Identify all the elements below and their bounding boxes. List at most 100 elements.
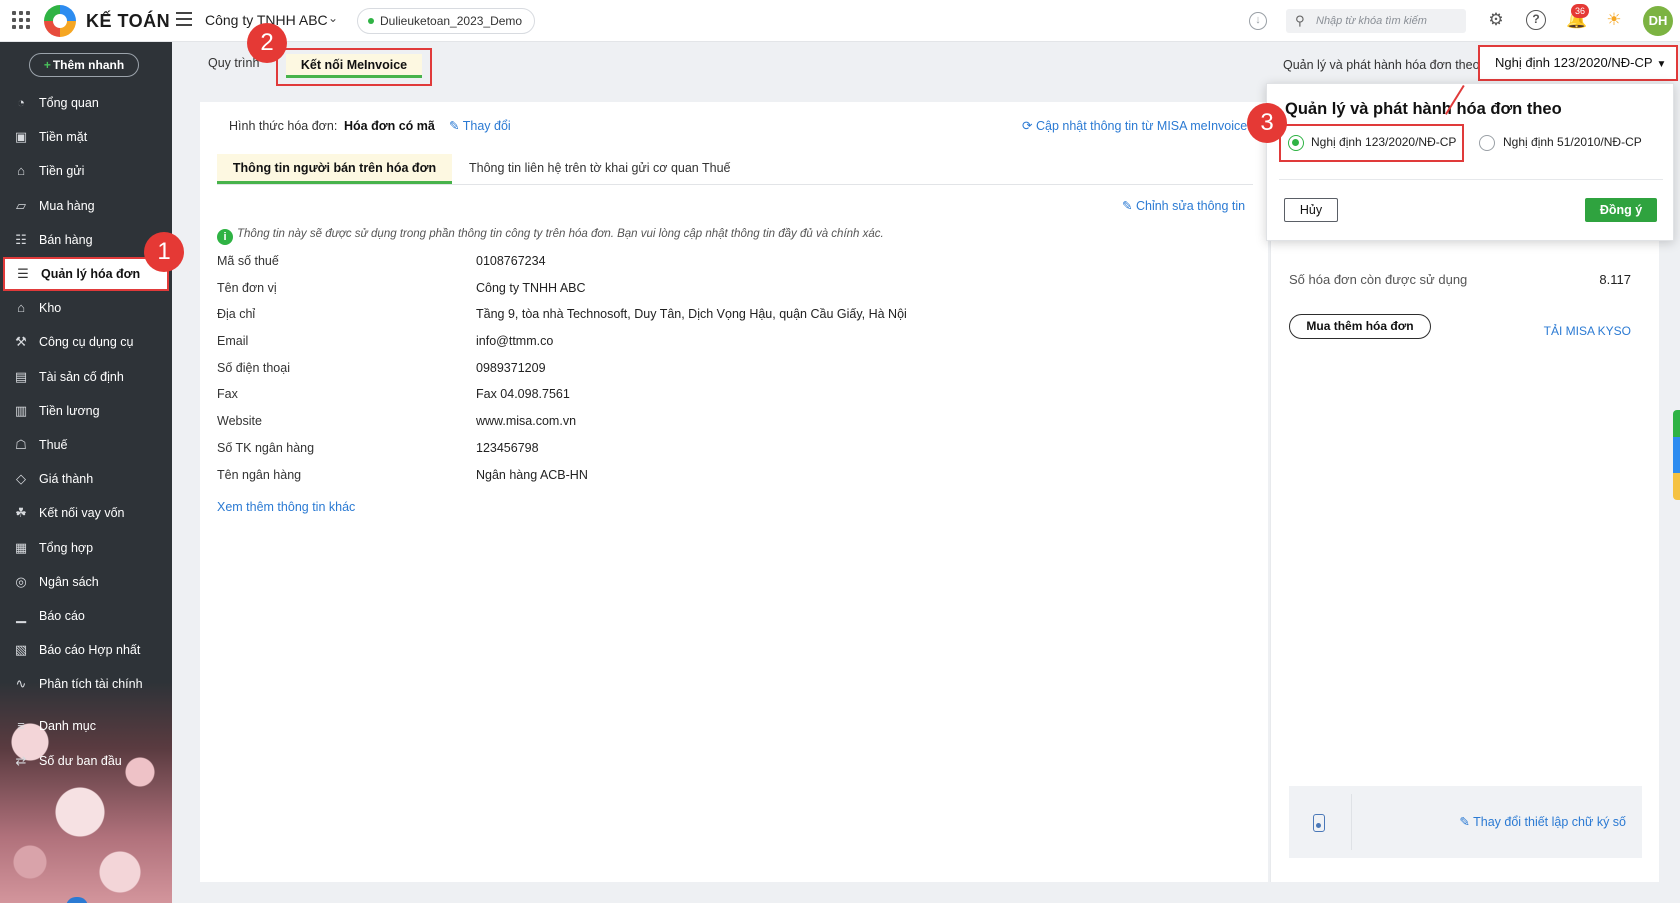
sidebar-item-label: Ngân sách: [39, 574, 99, 589]
buy-more-invoices-button[interactable]: Mua thêm hóa đơn: [1289, 314, 1431, 339]
decree-selection-popup: Quản lý và phát hành hóa đơn theo Nghị đ…: [1266, 83, 1674, 241]
summary-icon: ▦: [14, 539, 28, 555]
radio-option-decree-123[interactable]: Nghị định 123/2020/NĐ-CP: [1279, 124, 1464, 162]
sidebar-item[interactable]: ▱ Mua hàng: [0, 189, 172, 223]
tab-process[interactable]: Quy trình: [208, 56, 259, 70]
sidebar-item-label: Tài sản cố định: [39, 369, 124, 384]
step-marker-3: 3: [1247, 103, 1287, 143]
list-icon: ≡: [17, 718, 25, 734]
sidebar-item[interactable]: ☰ Quản lý hóa đơn: [3, 256, 169, 292]
sidebar-item[interactable]: ◔ Tổng quan: [0, 86, 172, 120]
sidebar-item-label: Báo cáo: [39, 608, 85, 623]
sidebar-item[interactable]: ▧ Báo cáo Hợp nhất: [0, 633, 172, 667]
analytics-icon: ∿: [15, 676, 27, 692]
sidebar-nav: ◔ Tổng quan ▣ Tiền mặt ⌂ Tiền gửi ▱ Mua hàng ☷ Bá…: [0, 86, 172, 778]
consolidated-report-icon: ▧: [14, 642, 28, 658]
radio-label: Nghị định 123/2020/NĐ-CP: [1311, 135, 1457, 149]
usb-token-icon: [1313, 814, 1325, 832]
quick-add-button[interactable]: + Thêm nhanh: [29, 53, 139, 77]
tab-connect-meinvoice[interactable]: Kết nối MeInvoice: [286, 54, 422, 78]
invoice-type-label: Hình thức hóa đơn:: [229, 119, 338, 133]
sidebar-item[interactable]: ≡ Danh mục: [0, 709, 172, 743]
status-dot-icon: [368, 18, 374, 24]
info-note: i Thông tin này sẽ được sử dụng trong phầ…: [217, 228, 884, 245]
refresh-icon: ⟳: [1022, 119, 1033, 133]
gear-icon[interactable]: ⚙: [1486, 10, 1506, 30]
bank-deposit-icon: ⌂: [17, 163, 25, 179]
sidebar-item-label: Giá thành: [39, 472, 94, 487]
price-tag-icon: ◇: [16, 471, 26, 487]
invoice-icon: ☰: [17, 266, 29, 282]
sidebar-item[interactable]: ⌂ Kho: [0, 291, 172, 325]
sidebar-item[interactable]: ⌂ Tiền gửi: [0, 154, 172, 188]
apps-grid-icon[interactable]: [12, 11, 30, 29]
radio-label: Nghị định 51/2010/NĐ-CP: [1503, 135, 1642, 149]
tab-tax-contact-info[interactable]: Thông tin liên hệ trên tờ khai gửi cơ qu…: [469, 154, 749, 184]
help-icon[interactable]: ?: [1526, 10, 1546, 30]
download-icon[interactable]: ↓: [1249, 12, 1267, 30]
invoice-info-card: Hình thức hóa đơn: Hóa đơn có mã ✎ Thay …: [200, 102, 1268, 882]
sidebar-item-label: Quản lý hóa đơn: [41, 267, 141, 282]
sidebar-item[interactable]: ☘ Kết nối vay vốn: [0, 496, 172, 530]
sidebar-item[interactable]: ▁ Báo cáo: [0, 599, 172, 633]
sidebar-item[interactable]: ▤ Tài sản cố định: [0, 360, 172, 394]
sidebar-item-label: Thuế: [39, 437, 68, 452]
cancel-button[interactable]: Hủy: [1284, 198, 1338, 222]
sidebar-item[interactable]: ◎ Ngân sách: [0, 565, 172, 599]
search-box[interactable]: ⚲: [1286, 9, 1466, 33]
radio-checked-icon[interactable]: [1288, 135, 1304, 151]
report-icon: ▁: [16, 607, 26, 623]
download-kyso-link[interactable]: TẢI MISA KYSO: [1544, 324, 1631, 338]
field-row: Tên đơn vị Công ty TNHH ABC: [217, 281, 1217, 308]
field-value: www.misa.com.vn: [476, 414, 577, 429]
sidebar-item[interactable]: ☖ Thuế: [0, 428, 172, 462]
sidebar-item[interactable]: ▣ Tiền mặt: [0, 120, 172, 154]
decree-dropdown[interactable]: Nghị định 123/2020/NĐ-CP ▼: [1478, 45, 1678, 81]
seller-fields: Mã số thuế 0108767234 Tên đơn vị Công ty TN…: [217, 254, 1217, 494]
search-input[interactable]: [1316, 12, 1461, 30]
sidebar-item-label: Tiền lương: [39, 403, 100, 418]
refresh-from-meinvoice-link[interactable]: ⟳ Cập nhật thông tin từ MISA meInvoice: [1022, 118, 1247, 133]
shopping-bag-icon: ▱: [16, 197, 26, 213]
sidebar-item[interactable]: ∿ Phân tích tài chính: [0, 667, 172, 701]
notification-badge: 36: [1571, 4, 1589, 18]
divider: [1351, 794, 1352, 850]
field-label: Website: [217, 414, 262, 429]
balance-icon: ⇄: [15, 752, 27, 768]
sidebar-item[interactable]: ⚒ Công cụ dụng cụ: [0, 325, 172, 359]
sidebar: + Thêm nhanh ◔ Tổng quan ▣ Tiền mặt ⌂ Tiền gửi…: [0, 42, 172, 903]
sidebar-item-label: Kết nối vay vốn: [39, 506, 125, 521]
info-icon: i: [217, 229, 233, 245]
sidebar-item[interactable]: ▥ Tiền lương: [0, 394, 172, 428]
sidebar-item[interactable]: ◇ Giá thành: [0, 462, 172, 496]
pencil-icon: ✎: [449, 119, 460, 133]
sidebar-item-label: Công cụ dụng cụ: [39, 335, 134, 350]
field-value: 0108767234: [476, 254, 546, 268]
edit-info-link[interactable]: ✎ Chỉnh sửa thông tin: [1122, 198, 1245, 213]
divider: [217, 184, 1253, 185]
salary-icon: ▥: [14, 402, 28, 418]
confirm-button[interactable]: Đồng ý: [1585, 198, 1657, 222]
decree-label: Quản lý và phát hành hóa đơn theo: [1283, 58, 1480, 72]
lightbulb-icon[interactable]: ☀: [1604, 10, 1624, 30]
chevron-down-icon[interactable]: ⌄: [328, 11, 338, 25]
more-info-link[interactable]: Xem thêm thông tin khác: [217, 500, 355, 514]
tab-seller-info[interactable]: Thông tin người bán trên hóa đơn: [217, 154, 452, 184]
database-pill[interactable]: Dulieuketoan_2023_Demo: [357, 8, 536, 34]
popup-title: Quản lý và phát hành hóa đơn theo: [1285, 100, 1562, 118]
radio-option-decree-51[interactable]: Nghị định 51/2010/NĐ-CP: [1479, 126, 1669, 162]
loan-icon: ☘: [15, 505, 27, 521]
field-row: Địa chỉ Tầng 9, tòa nhà Technosoft, Duy T…: [217, 307, 1217, 334]
radio-unchecked-icon[interactable]: [1479, 135, 1495, 151]
field-row: Mã số thuế 0108767234: [217, 254, 1217, 281]
sidebar-item-label: Tiền mặt: [39, 130, 88, 145]
sidebar-item[interactable]: ▦ Tổng hợp: [0, 530, 172, 564]
dashboard-icon: ◔: [17, 95, 25, 111]
user-avatar[interactable]: DH: [1643, 6, 1673, 36]
change-invoice-type-link[interactable]: ✎ Thay đổi: [449, 118, 511, 133]
sidebar-item[interactable]: ⇄ Số dư ban đầu: [0, 744, 172, 778]
side-widget-tab[interactable]: [1673, 410, 1680, 500]
invoice-type-value: Hóa đơn có mã: [344, 119, 435, 133]
menu-toggle-icon[interactable]: [176, 12, 192, 26]
change-signature-settings-link[interactable]: ✎ Thay đổi thiết lập chữ ký số: [1459, 814, 1626, 829]
